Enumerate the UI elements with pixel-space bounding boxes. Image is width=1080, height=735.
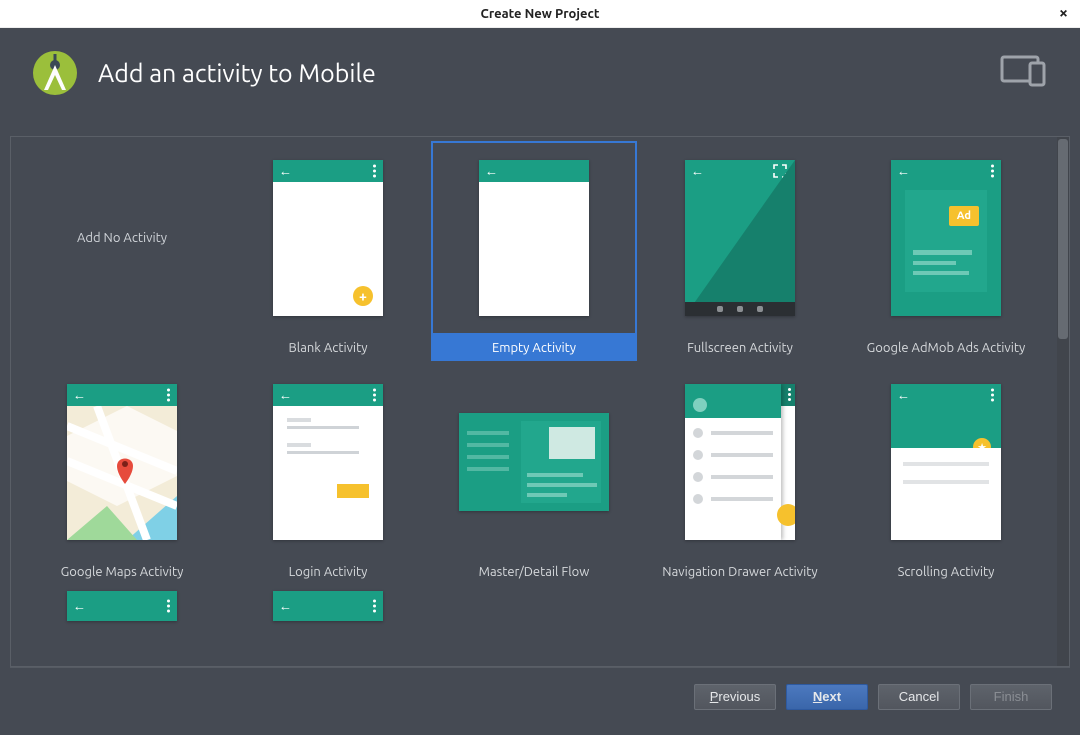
ad-badge-icon: Ad [949,206,979,226]
template-preview: ← [19,589,225,629]
template-preview: ← [431,141,637,335]
template-preview: ← [225,365,431,559]
overflow-menu-icon [167,389,170,402]
wizard-header: Add an activity to Mobile [0,28,1080,118]
template-preview: ← ★ [843,365,1049,559]
template-blank-activity[interactable]: ← + Blank Activity [225,137,431,361]
next-button[interactable]: Next [786,684,868,710]
back-arrow-icon: ← [897,164,910,179]
overflow-menu-icon [373,600,376,613]
gallery-scrollbar[interactable] [1057,137,1069,666]
overflow-menu-icon [373,389,376,402]
template-preview [637,365,843,559]
cancel-button[interactable]: Cancel [878,684,960,710]
previous-button[interactable]: Previous [694,684,776,710]
overflow-menu-icon [991,165,994,178]
back-arrow-icon: ← [279,388,292,403]
template-preview [431,365,637,559]
phone-mock-icon: ← Ad [891,160,1001,316]
template-maps-activity[interactable]: ← [19,361,225,585]
close-icon[interactable]: × [1059,4,1068,22]
form-factor-icon [1000,53,1050,93]
finish-button: Finish [970,684,1052,710]
template-label-spacer [19,335,225,361]
wizard-footer: Previous Next Cancel Finish [10,667,1070,725]
overflow-menu-icon [991,389,994,402]
overflow-menu-icon [373,165,376,178]
template-preview: ← [19,365,225,559]
phone-mock-icon [685,384,795,540]
template-preview: ← Ad [843,141,1049,335]
template-add-no-activity[interactable]: Add No Activity [19,137,225,361]
template-preview: ← [225,589,431,629]
template-preview: ← + [225,141,431,335]
overflow-menu-icon [167,600,170,613]
template-preview: Add No Activity [19,141,225,335]
template-empty-activity[interactable]: ← Empty Activity [431,137,637,361]
titlebar: Create New Project × [0,0,1080,28]
template-label: Navigation Drawer Activity [637,559,843,585]
back-arrow-icon: ← [73,599,86,614]
back-arrow-icon: ← [279,599,292,614]
template-navigation-drawer-activity[interactable]: Navigation Drawer Activity [637,361,843,585]
phone-mock-icon: ← ★ [891,384,1001,540]
phone-mock-icon: ← [67,384,177,540]
phone-mock-icon: ← [479,160,589,316]
back-arrow-icon: ← [897,388,910,403]
template-gallery-frame: Add No Activity ← + [10,136,1070,667]
window-title: Create New Project [481,7,600,21]
wizard-content: Add No Activity ← + [0,118,1080,735]
template-label: Login Activity [225,559,431,585]
template-partial[interactable]: ← [19,585,225,629]
template-label: Blank Activity [225,335,431,361]
scrollbar-thumb[interactable] [1058,139,1068,339]
back-arrow-icon: ← [73,388,86,403]
template-scrolling-activity[interactable]: ← ★ Scrolling Activity [843,361,1049,585]
system-navbar-icon [685,302,795,316]
template-label: Add No Activity [77,231,167,245]
phone-mock-icon: ← [273,384,383,540]
map-preview-icon [67,406,177,540]
tablet-mock-icon [459,413,609,511]
template-label: Scrolling Activity [843,559,1049,585]
avatar-icon [693,398,707,412]
template-admob-activity[interactable]: ← Ad Google AdMob Ads Activity [843,137,1049,361]
template-preview: ← [637,141,843,335]
template-label: Master/Detail Flow [431,559,637,585]
fab-icon: + [353,286,373,306]
login-button-icon [337,484,369,498]
create-project-window: Create New Project × Add an activity to … [0,0,1080,735]
template-partial[interactable]: ← [225,585,431,629]
phone-mock-icon: ← [685,160,795,316]
template-label: Google Maps Activity [19,559,225,585]
overflow-menu-icon [788,388,791,401]
android-studio-logo-icon [30,48,80,98]
phone-mock-icon: ← + [273,160,383,316]
page-title: Add an activity to Mobile [98,59,376,87]
template-master-detail-flow[interactable]: Master/Detail Flow [431,361,637,585]
fab-icon [777,504,795,526]
template-label: Fullscreen Activity [637,335,843,361]
template-label: Google AdMob Ads Activity [843,335,1049,361]
phone-mock-icon: ← [273,591,383,621]
back-arrow-icon: ← [279,164,292,179]
template-fullscreen-activity[interactable]: ← Fullscreen A [637,137,843,361]
back-arrow-icon: ← [485,164,498,179]
template-label: Empty Activity [431,335,637,361]
template-gallery: Add No Activity ← + [11,137,1057,666]
template-login-activity[interactable]: ← [225,361,431,585]
phone-mock-icon: ← [67,591,177,621]
